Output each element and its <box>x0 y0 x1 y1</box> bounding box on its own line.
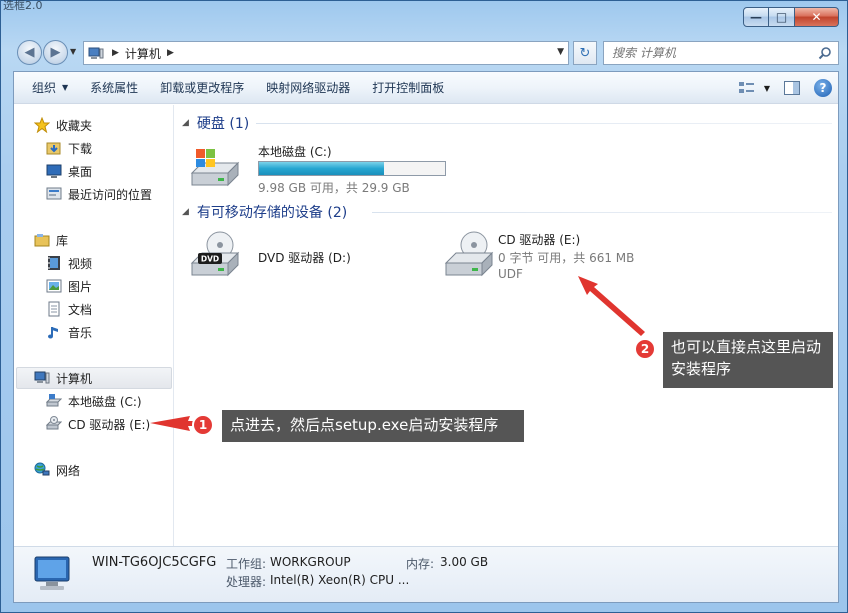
annotation-callout-1: 点进去，然后点setup.exe启动安装程序 <box>222 410 524 442</box>
annotation-badge-2: 2 <box>634 338 656 360</box>
annotation-arrow-1 <box>150 416 196 431</box>
annotation-text-2b: 安装程序 <box>671 360 732 378</box>
annotation-callout-2: 也可以直接点这里启动 安装程序 <box>663 332 833 388</box>
annotation-text-2a: 也可以直接点这里启动 <box>671 338 822 356</box>
annotation-arrows <box>150 276 645 431</box>
annotation-arrow-2 <box>578 276 645 336</box>
annotation-badge-1: 1 <box>192 414 214 436</box>
annotation-text-1: 点进去，然后点setup.exe启动安装程序 <box>230 416 499 434</box>
